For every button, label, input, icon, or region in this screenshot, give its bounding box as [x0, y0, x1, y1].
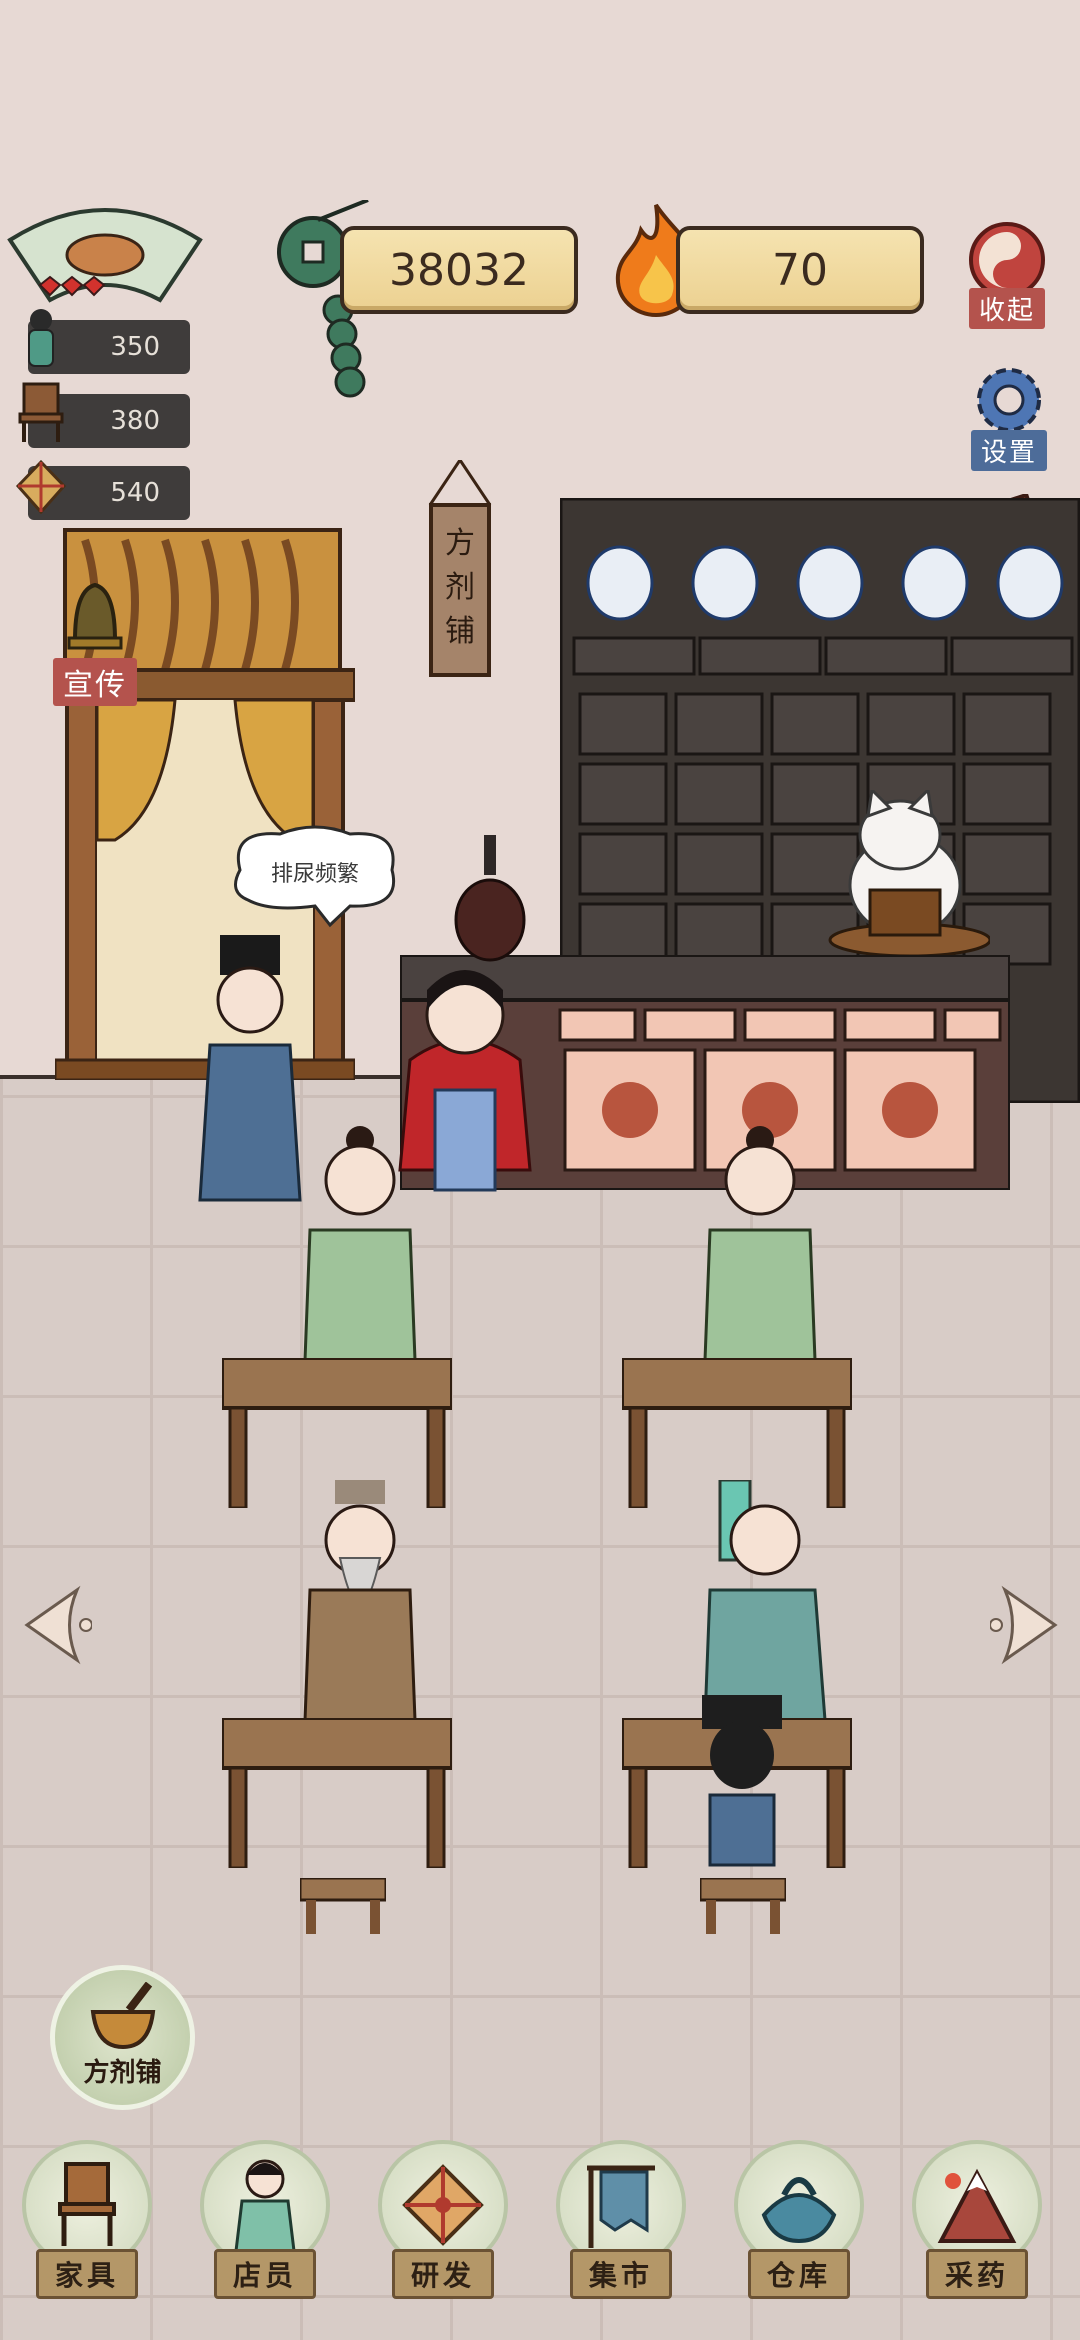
nav-furniture-label: 家具 [35, 2249, 138, 2299]
chair-icon [14, 380, 68, 442]
gear-icon [977, 368, 1041, 432]
patient-back[interactable] [692, 1695, 792, 1885]
coin-icon [258, 198, 369, 398]
next-room-arrow[interactable] [989, 1585, 1060, 1665]
promote-button[interactable]: 宣传 [30, 570, 160, 710]
coin-balance: 38032 [340, 226, 578, 314]
shop-emblem[interactable] [0, 200, 210, 310]
patient-waiting[interactable] [190, 935, 310, 1215]
nav-research-label: 研发 [391, 2249, 494, 2299]
collapse-label: 收起 [968, 288, 1045, 329]
prev-room-arrow[interactable] [22, 1585, 93, 1665]
speech-bubble: 排尿频繁 [220, 820, 410, 930]
settings-button[interactable]: 设置 [954, 360, 1064, 471]
fire-balance: 70 [676, 226, 924, 314]
bell-icon [67, 582, 123, 650]
shop-cat[interactable] [820, 786, 992, 960]
speech-text: 排尿频繁 [270, 862, 359, 887]
mode-label: 方剂铺 [83, 2058, 162, 2088]
promote-label: 宣传 [53, 658, 137, 706]
nav-gather-label: 采药 [925, 2249, 1028, 2299]
nav-gather[interactable]: 采药 [912, 2140, 1042, 2299]
banner-icon [587, 2165, 655, 2248]
shop-sign-text: 方剂铺 [445, 526, 475, 649]
patient-seat-1[interactable] [300, 1120, 420, 1362]
mortar-icon [90, 1981, 155, 2050]
package-icon [402, 2164, 484, 2246]
nav-warehouse-label: 仓库 [747, 2249, 850, 2299]
nav-staff[interactable]: 店员 [200, 2140, 330, 2299]
shop-sign: 方剂铺 [425, 459, 495, 680]
mountain-icon [937, 2168, 1017, 2243]
doctor-elder[interactable] [300, 1480, 420, 1722]
table-3[interactable] [220, 1716, 454, 1870]
stool-2[interactable] [698, 1876, 788, 1934]
mode-button[interactable]: 方剂铺 [50, 1965, 195, 2110]
package-icon [14, 456, 68, 516]
nav-market[interactable]: 集市 [556, 2140, 686, 2299]
nav-research[interactable]: 研发 [378, 2140, 508, 2299]
bundle-icon [761, 2177, 837, 2244]
chair-icon [58, 2162, 116, 2246]
settings-label: 设置 [970, 430, 1047, 471]
stool-1[interactable] [298, 1876, 388, 1934]
staff-icon [14, 306, 68, 367]
nav-staff-label: 店员 [213, 2249, 316, 2299]
patient-seat-2[interactable] [700, 1120, 820, 1362]
collapse-button[interactable]: 收起 [952, 220, 1062, 330]
nav-market-label: 集市 [569, 2249, 672, 2299]
doctor-young[interactable] [690, 1478, 830, 1722]
nav-warehouse[interactable]: 仓库 [734, 2140, 864, 2299]
staff-icon [234, 2159, 296, 2253]
nav-furniture[interactable]: 家具 [22, 2140, 152, 2299]
